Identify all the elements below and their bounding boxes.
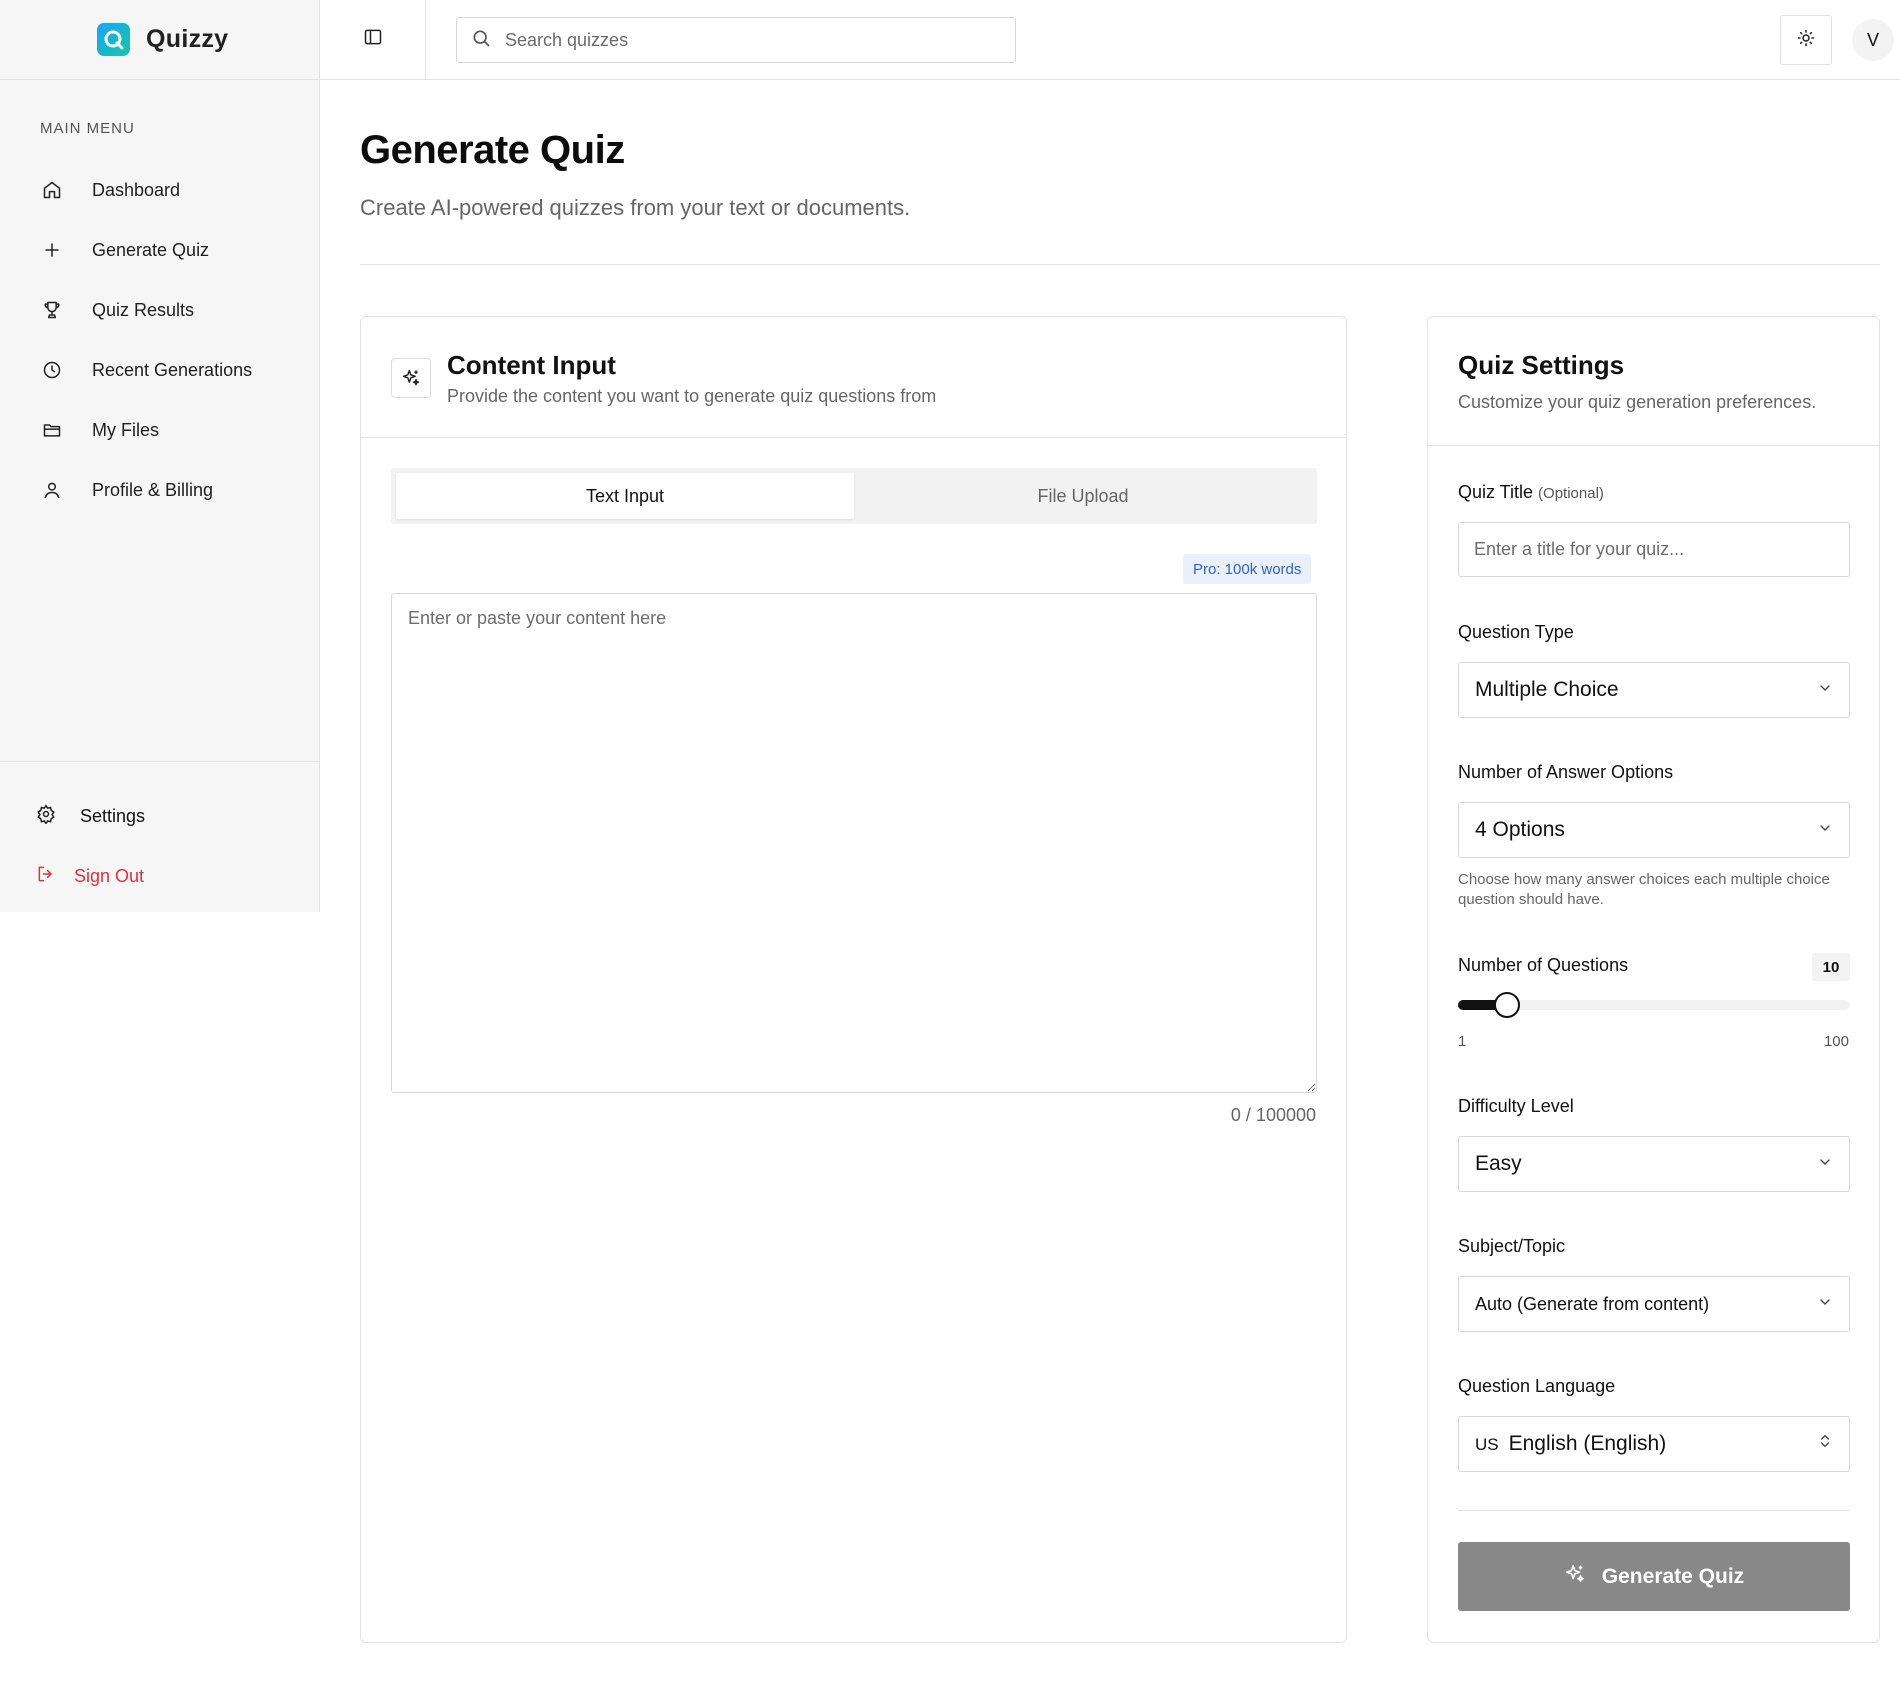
sidebar-bottom: Settings Sign Out [0, 761, 320, 906]
optional-hint: (Optional) [1538, 485, 1604, 502]
word-counter: 0 / 100000 [1230, 1105, 1316, 1125]
us-flag-icon: US [1475, 1435, 1499, 1454]
trophy-icon [40, 298, 64, 322]
sidebar-item-label: Dashboard [92, 179, 181, 200]
difficulty-label: Difficulty Level [1458, 1096, 1574, 1116]
theme-toggle-button[interactable] [1780, 15, 1832, 65]
sun-icon [1797, 29, 1815, 52]
subject-value: Auto (Generate from content) [1475, 1293, 1710, 1314]
chevron-down-icon [1817, 818, 1833, 842]
chevron-up-down-icon [1817, 1432, 1833, 1456]
answer-options-select[interactable]: 4 Options [1458, 802, 1850, 858]
content-input-card: Content Input Provide the content you wa… [360, 316, 1347, 1643]
language-value: English (English) [1508, 1432, 1667, 1455]
page-title: Generate Quiz [360, 128, 625, 172]
chevron-down-icon [1817, 1152, 1833, 1176]
question-type-select[interactable]: Multiple Choice [1458, 662, 1850, 718]
language-select[interactable]: US English (English) [1458, 1416, 1850, 1472]
sidebar-item-settings[interactable]: Settings [0, 786, 320, 846]
sidebar-item-recent-generations[interactable]: Recent Generations [40, 340, 300, 400]
quiz-title-input[interactable] [1458, 522, 1850, 577]
brand[interactable]: Quizzy [0, 0, 319, 80]
quiz-settings-header: Quiz Settings Customize your quiz genera… [1428, 317, 1879, 446]
sidebar-item-generate-quiz[interactable]: Generate Quiz [40, 220, 300, 280]
sidebar-item-label: Quiz Results [92, 299, 195, 320]
tab-file-upload[interactable]: File Upload [854, 473, 1312, 519]
num-questions-label: Number of Questions [1458, 955, 1629, 975]
input-mode-tabs: Text Input File Upload [391, 468, 1317, 524]
sidebar: Quizzy MAIN MENU Dashboard Generate Quiz… [0, 0, 320, 912]
quiz-title-label: Quiz Title (Optional) [1458, 482, 1604, 503]
answer-options-value: 4 Options [1475, 818, 1565, 841]
sidebar-item-label: Profile & Billing [92, 479, 214, 500]
gear-icon [36, 803, 56, 829]
sign-out-label: Sign Out [74, 865, 145, 886]
home-icon [40, 178, 64, 202]
sidebar-item-dashboard[interactable]: Dashboard [40, 160, 300, 220]
slider-thumb[interactable] [1493, 992, 1520, 1018]
sidebar-item-label: Recent Generations [92, 359, 253, 380]
language-label: Question Language [1458, 1376, 1616, 1396]
generate-quiz-button[interactable]: Generate Quiz [1458, 1542, 1850, 1611]
tab-text-input[interactable]: Text Input [396, 473, 854, 519]
folder-icon [40, 418, 64, 442]
sign-out-button[interactable]: Sign Out [0, 846, 320, 906]
slider-min-label: 1 [1458, 1033, 1467, 1050]
difficulty-select[interactable]: Easy [1458, 1136, 1850, 1192]
plus-icon [40, 238, 64, 262]
subject-select[interactable]: Auto (Generate from content) [1458, 1276, 1850, 1332]
content-input-title: Content Input [447, 350, 616, 380]
subject-label: Subject/Topic [1458, 1236, 1566, 1256]
sidebar-toggle-icon [363, 27, 383, 52]
content-input-subtitle: Provide the content you want to generate… [447, 386, 937, 406]
sidebar-item-my-files[interactable]: My Files [40, 400, 300, 460]
sidebar-item-label: My Files [92, 419, 159, 440]
user-icon [40, 478, 64, 502]
quiz-title-label-text: Quiz Title [1458, 482, 1534, 502]
sign-out-icon [36, 864, 56, 889]
sidebar-item-label: Generate Quiz [92, 239, 210, 260]
content-textarea[interactable] [391, 593, 1317, 1093]
question-type-value: Multiple Choice [1475, 678, 1619, 701]
generate-quiz-label: Generate Quiz [1601, 1564, 1745, 1588]
num-questions-slider[interactable] [1458, 992, 1850, 1018]
pro-limit-badge: Pro: 100k words [1183, 554, 1312, 584]
brand-name: Quizzy [146, 25, 229, 53]
page-subtitle: Create AI-powered quizzes from your text… [360, 195, 911, 220]
clock-icon [40, 358, 64, 382]
sidebar-item-quiz-results[interactable]: Quiz Results [40, 280, 300, 340]
search-box[interactable] [456, 17, 1016, 63]
quiz-settings-card: Quiz Settings Customize your quiz genera… [1427, 316, 1880, 1643]
quizzy-logo-icon [97, 23, 130, 56]
question-type-label: Question Type [1458, 622, 1574, 642]
answer-options-label: Number of Answer Options [1458, 762, 1674, 782]
settings-separator [1458, 1510, 1850, 1511]
slider-max-label: 100 [1823, 1033, 1849, 1050]
quiz-settings-subtitle: Customize your quiz generation preferenc… [1458, 392, 1817, 412]
search-icon [471, 28, 491, 53]
difficulty-value: Easy [1475, 1152, 1522, 1175]
content-input-header: Content Input Provide the content you wa… [361, 317, 1346, 438]
main-menu: Dashboard Generate Quiz Quiz Results Rec… [40, 160, 300, 520]
avatar[interactable]: V [1852, 19, 1894, 61]
settings-label: Settings [80, 805, 146, 826]
chevron-down-icon [1817, 1294, 1833, 1315]
topbar: V [320, 0, 1900, 80]
sparkles-icon [1564, 1563, 1586, 1591]
sidebar-toggle-button[interactable] [320, 0, 426, 79]
search-input[interactable] [505, 29, 985, 51]
num-questions-value-badge: 10 [1812, 953, 1850, 981]
quiz-settings-title: Quiz Settings [1458, 350, 1625, 380]
answer-options-help: Choose how many answer choices each mult… [1458, 871, 1830, 908]
header-divider [360, 264, 1880, 265]
main-menu-heading: MAIN MENU [40, 120, 135, 137]
sparkles-icon [391, 358, 431, 398]
chevron-down-icon [1817, 678, 1833, 702]
sidebar-item-profile-billing[interactable]: Profile & Billing [40, 460, 300, 520]
language-selected: US English (English) [1475, 1432, 1666, 1456]
